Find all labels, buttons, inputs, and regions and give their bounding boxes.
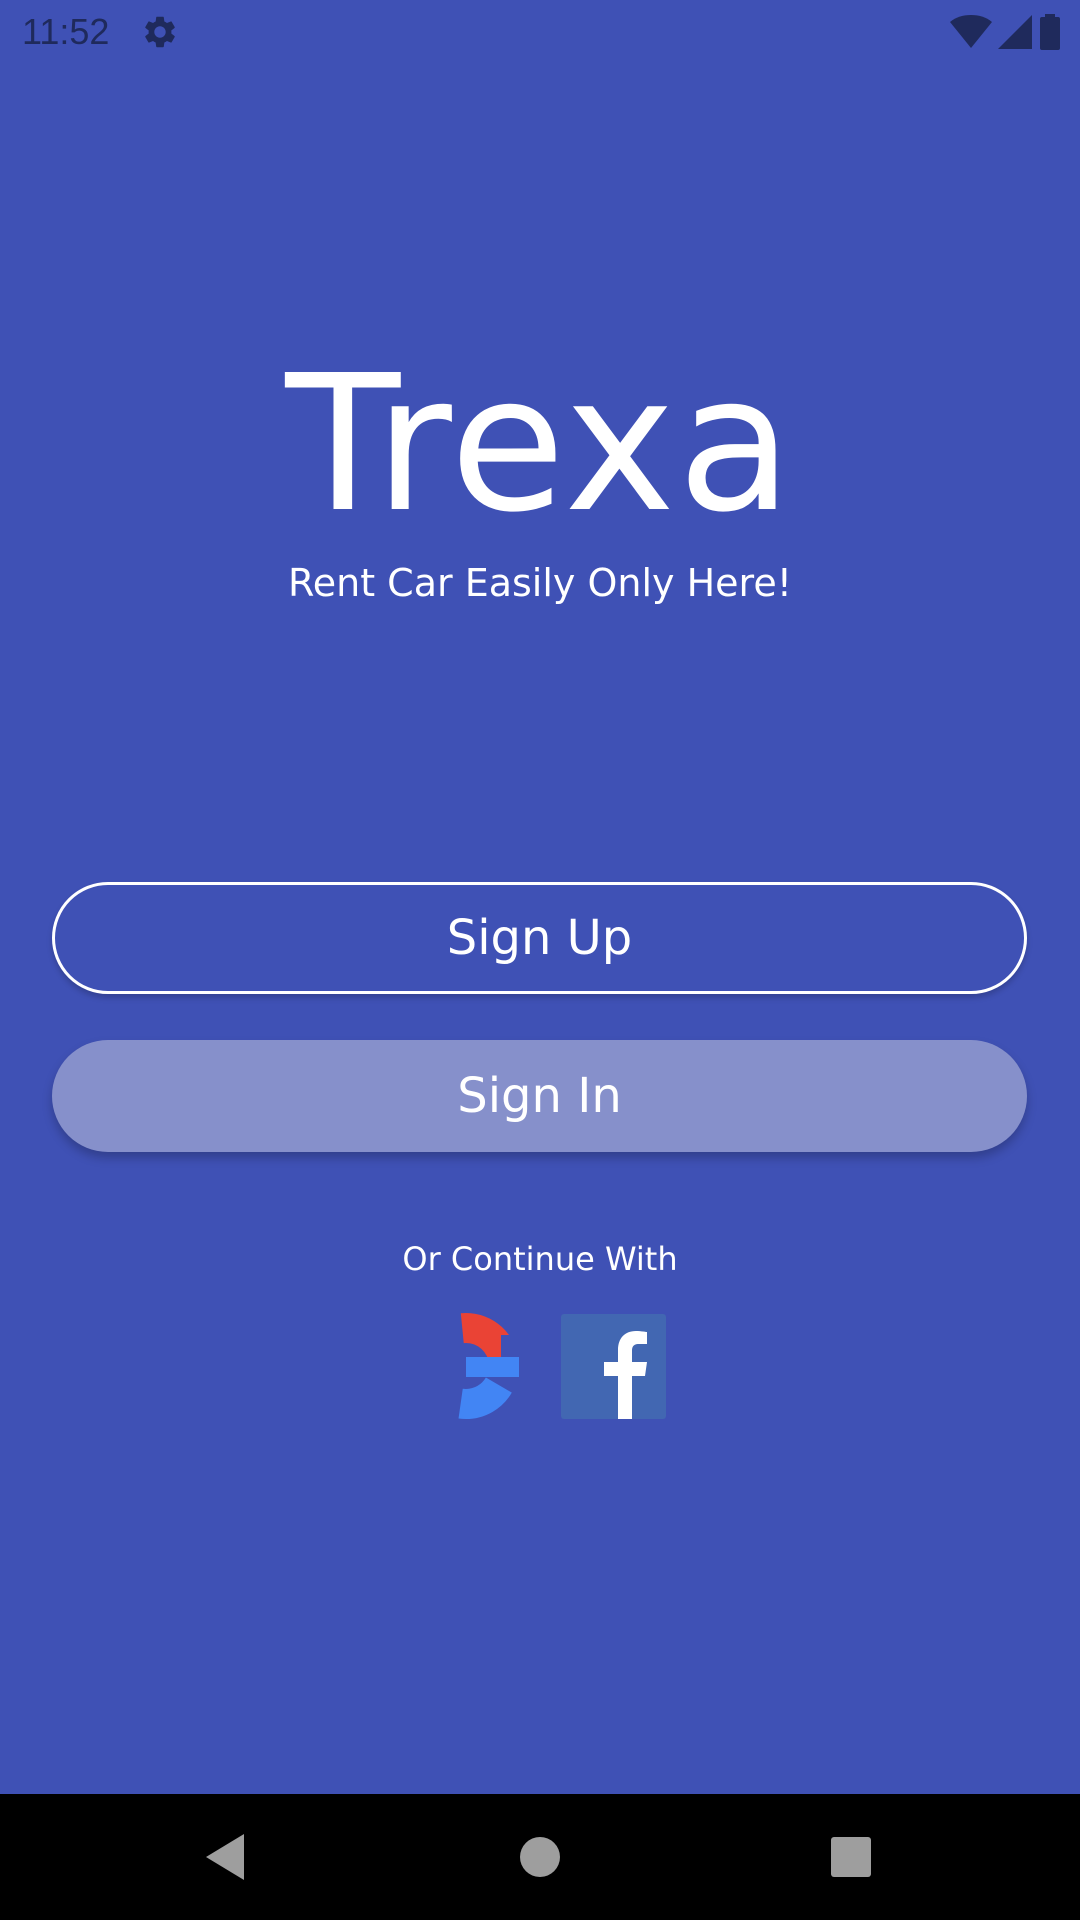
status-time: 11:52: [22, 11, 110, 52]
home-icon[interactable]: [507, 1824, 573, 1890]
app-tagline: Rent Car Easily Only Here!: [288, 561, 792, 605]
facebook-f-icon: [604, 1331, 647, 1419]
facebook-login-icon[interactable]: [561, 1314, 666, 1419]
status-bar: 11:52: [0, 0, 1080, 63]
battery-icon: [1040, 14, 1060, 50]
google-login-icon[interactable]: [413, 1313, 519, 1419]
sign-in-button[interactable]: Sign In: [52, 1040, 1027, 1152]
continue-with-label: Or Continue With: [402, 1240, 678, 1278]
app-title: Trexa: [285, 335, 795, 554]
sign-up-button[interactable]: Sign Up: [52, 882, 1027, 994]
gear-icon: [145, 16, 175, 48]
back-icon[interactable]: [192, 1824, 258, 1890]
recents-icon[interactable]: [818, 1824, 884, 1890]
status-icons: [950, 12, 1062, 52]
signal-icon: [998, 15, 1032, 49]
wifi-icon: [950, 15, 992, 48]
navigation-bar: [0, 1794, 1080, 1920]
welcome-screen: 11:52 Trexa Rent Car Easily Only Here! S…: [0, 0, 1080, 1920]
